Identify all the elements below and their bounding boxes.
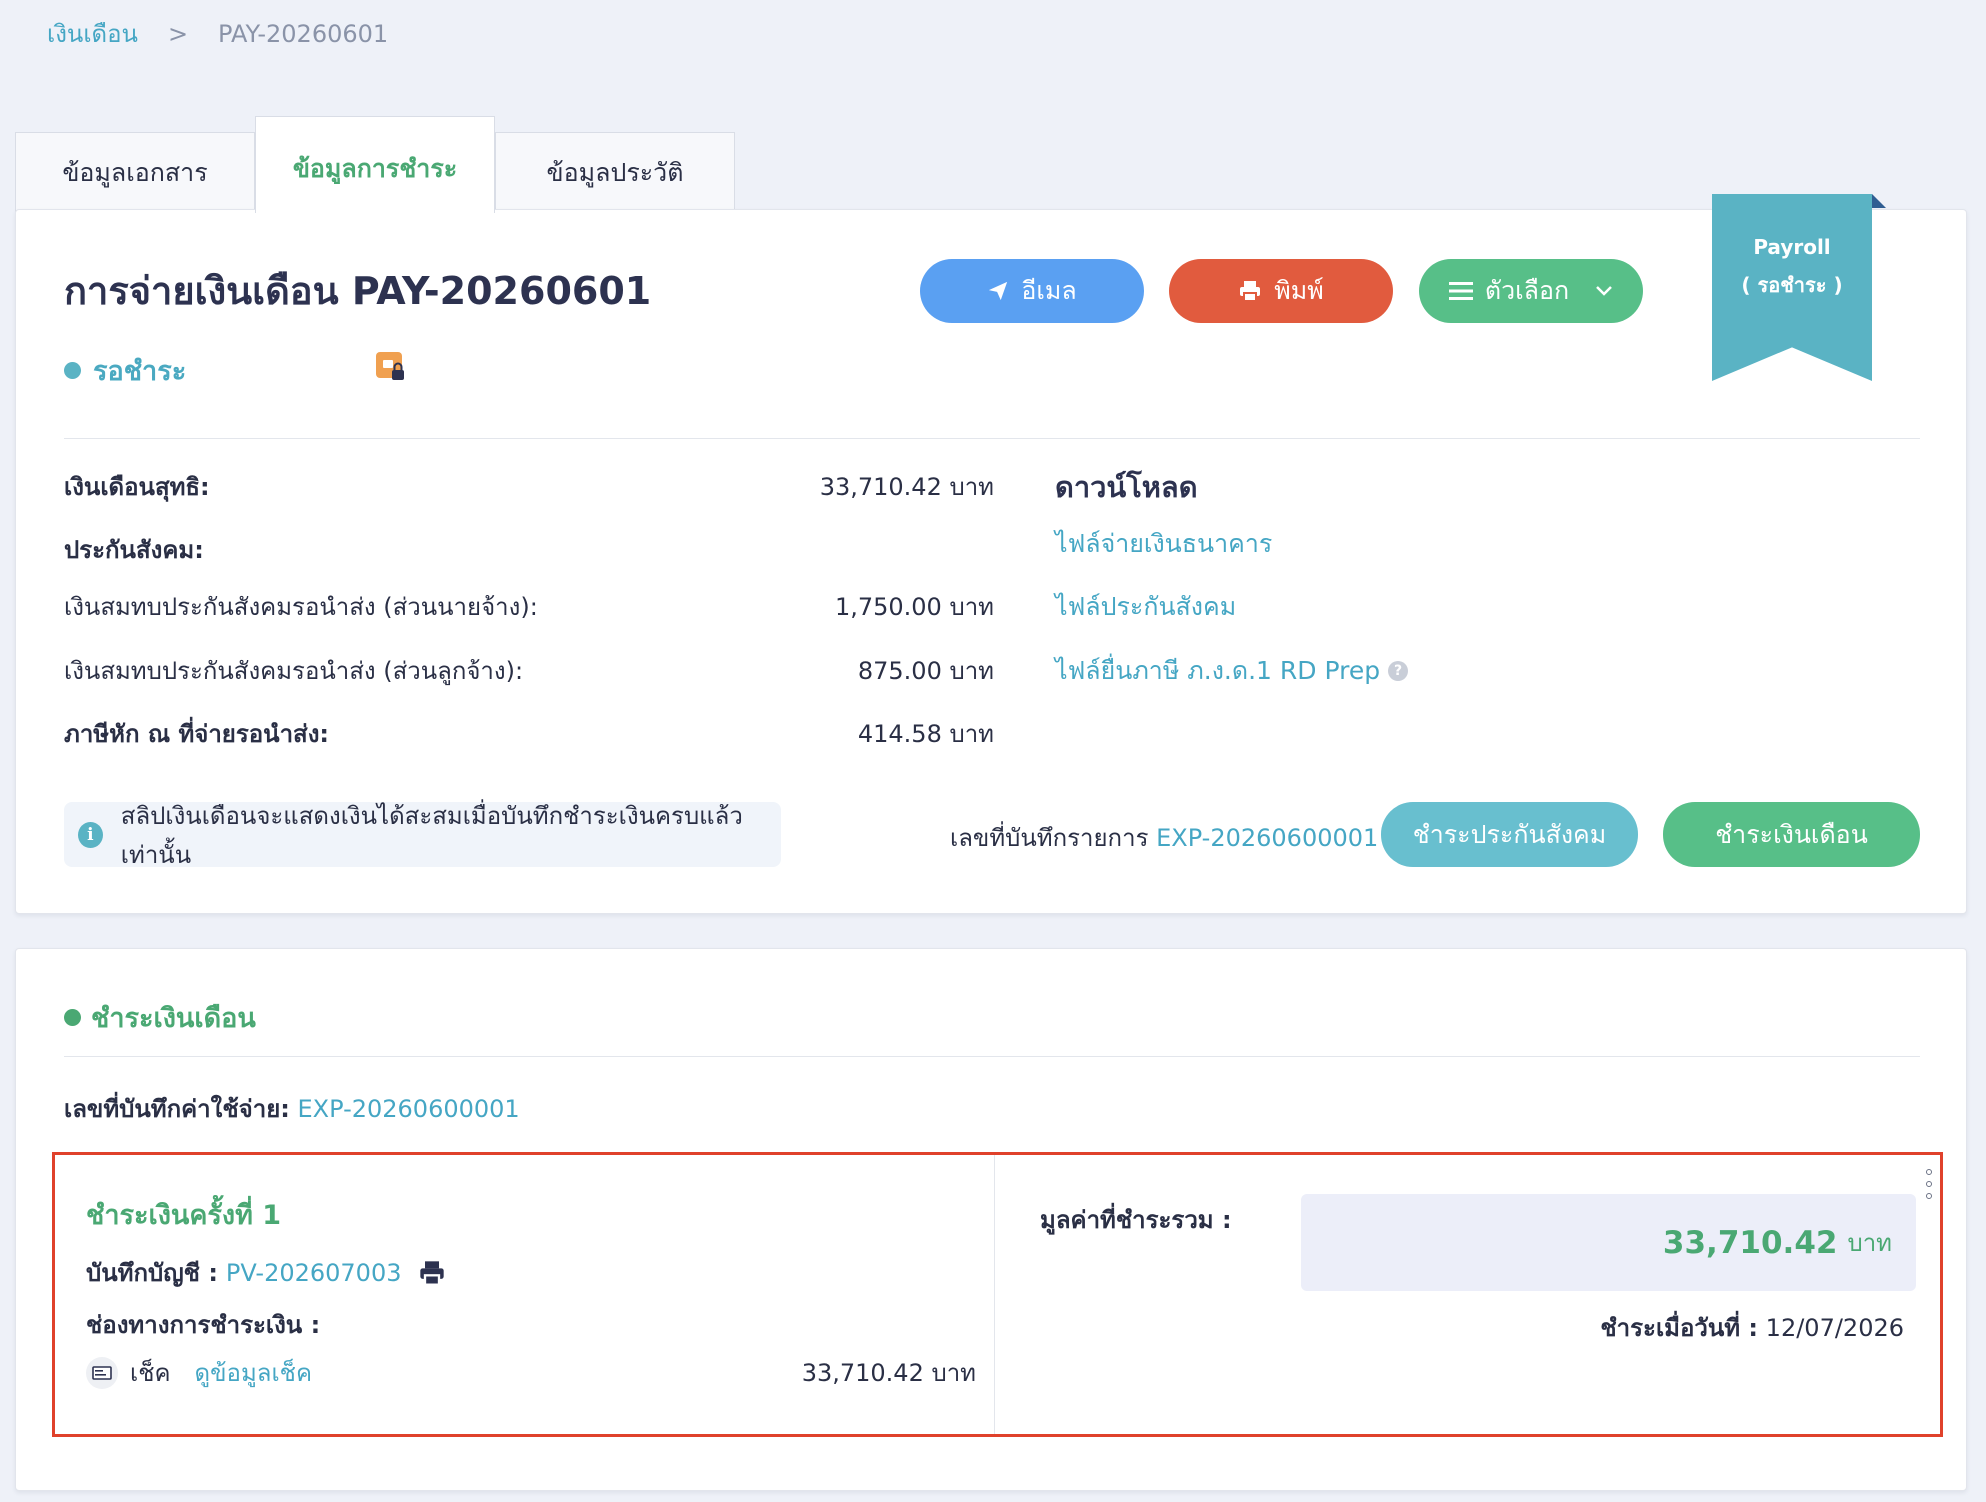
section-title: ชำระเงินเดือน <box>64 996 256 1039</box>
breadcrumb-current: PAY-20260601 <box>218 19 389 48</box>
total-paid-unit: บาท <box>1847 1229 1892 1257</box>
paid-date-row: ชำระเมื่อวันที่ : 12/07/2026 <box>1600 1308 1904 1347</box>
transaction-number-link[interactable]: EXP-20260600001 <box>1156 824 1378 852</box>
tab-document-info[interactable]: ข้อมูลเอกสาร <box>15 132 255 212</box>
payment-method-amount: 33,710.42 บาท <box>801 1359 976 1387</box>
net-salary-value: 33,710.42 บาท <box>819 473 994 501</box>
email-button[interactable]: อีเมล <box>920 259 1144 323</box>
ss-employee-value: 875.00 บาท <box>857 657 994 685</box>
ss-employee-label: เงินสมทบประกันสังคมรอนำส่ง (ส่วนลูกจ้าง)… <box>64 657 524 685</box>
send-icon <box>989 281 1008 301</box>
breadcrumb: เงินเดือน > PAY-20260601 <box>47 14 388 53</box>
social-security-row: ประกันสังคม: <box>64 530 994 569</box>
payroll-summary-card: การจ่ายเงินเดือน PAY-20260601 อีเมล พิมพ… <box>15 194 1967 914</box>
info-icon: i <box>78 821 103 848</box>
chevron-down-icon <box>1596 286 1613 296</box>
section-title-text: ชำระเงินเดือน <box>91 1003 256 1034</box>
menu-icon <box>1448 282 1473 300</box>
ss-employer-label: เงินสมทบประกันสังคมรอนำส่ง (ส่วนนายจ้าง)… <box>64 593 538 621</box>
printer-icon <box>1240 281 1261 302</box>
more-options-icon[interactable] <box>1924 1169 1934 1199</box>
paid-date-value: 12/07/2026 <box>1765 1314 1904 1342</box>
info-notice: i สลิปเงินเดือนจะแสดงเงินได้สะสมเมื่อบัน… <box>64 802 781 869</box>
account-record-row: บันทึกบัญชี : PV-202607003 <box>86 1253 446 1292</box>
social-security-label: ประกันสังคม: <box>64 536 204 564</box>
wht-value: 414.58 บาท <box>857 720 994 748</box>
total-paid-value: 33,710.42 <box>1662 1224 1838 1261</box>
paid-date-label: ชำระเมื่อวันที่ : <box>1600 1314 1759 1342</box>
account-record-label: บันทึกบัญชี : <box>86 1259 218 1287</box>
status-text: รอชำระ <box>93 356 187 387</box>
account-record-link[interactable]: PV-202607003 <box>226 1259 402 1287</box>
breadcrumb-separator: > <box>167 19 189 48</box>
expense-label: เลขที่บันทึกค่าใช้จ่าย: <box>64 1095 290 1123</box>
info-text: สลิปเงินเดือนจะแสดงเงินได้สะสมเมื่อบันทึ… <box>120 801 743 869</box>
ribbon-line1: Payroll <box>1753 235 1831 259</box>
payment-method-name: เช็ค <box>130 1359 171 1387</box>
total-paid-label: มูลค่าที่ชำระรวม : <box>1040 1206 1232 1234</box>
tab-payment-info[interactable]: ข้อมูลการชำระ <box>255 116 495 213</box>
payment-method-row: เช็ค ดูข้อมูลเช็ค 33,710.42 บาท <box>86 1353 976 1392</box>
printer-icon[interactable] <box>418 1260 446 1286</box>
ss-employee-row: เงินสมทบประกันสังคมรอนำส่ง (ส่วนลูกจ้าง)… <box>64 651 994 690</box>
options-dropdown-button[interactable]: ตัวเลือก <box>1419 259 1643 323</box>
social-security-file-link[interactable]: ไฟล์ประกันสังคม <box>1055 587 1236 627</box>
status-dot <box>64 362 81 379</box>
ribbon-fold <box>1872 194 1886 208</box>
breadcrumb-payroll-link[interactable]: เงินเดือน <box>47 14 138 53</box>
payment-record-card: ชำระเงินเดือน เลขที่บันทึกค่าใช้จ่าย: EX… <box>15 948 1967 1491</box>
page-title: การจ่ายเงินเดือน PAY-20260601 <box>64 269 652 313</box>
payment-title: ชำระเงินครั้งที่ 1 <box>86 1200 282 1231</box>
tax-file-link[interactable]: ไฟล์ยื่นภาษี ภ.ง.ด.1 RD Prep <box>1055 651 1380 691</box>
net-salary-row: เงินเดือนสุทธิ: 33,710.42 บาท <box>64 467 994 506</box>
ss-employer-value: 1,750.00 บาท <box>834 593 994 621</box>
wht-row: ภาษีหัก ณ ที่จ่ายรอนำส่ง: 414.58 บาท <box>64 714 994 753</box>
payment-entry: ชำระเงินครั้งที่ 1 บันทึกบัญชี : PV-2026… <box>52 1152 1943 1437</box>
print-button-label: พิมพ์ <box>1274 277 1324 305</box>
locked-document-icon <box>376 352 404 380</box>
transaction-reference: เลขที่บันทึกรายการ EXP-20260600001 <box>950 818 1378 857</box>
ss-employer-row: เงินสมทบประกันสังคมรอนำส่ง (ส่วนนายจ้าง)… <box>64 587 994 626</box>
cheque-icon <box>86 1356 118 1389</box>
transaction-label: เลขที่บันทึกรายการ <box>950 824 1149 852</box>
expense-reference: เลขที่บันทึกค่าใช้จ่าย: EXP-20260600001 <box>64 1089 520 1128</box>
net-salary-label: เงินเดือนสุทธิ: <box>64 473 210 501</box>
tax-file-row: ไฟล์ยื่นภาษี ภ.ง.ด.1 RD Prep ? <box>1055 651 1409 691</box>
header-divider <box>64 438 1920 439</box>
options-button-label: ตัวเลือก <box>1484 277 1570 305</box>
view-cheque-link[interactable]: ดูข้อมูลเช็ค <box>195 1353 312 1392</box>
help-icon[interactable]: ? <box>1388 661 1409 681</box>
section-status-dot <box>64 1009 81 1026</box>
total-paid-box: 33,710.42 บาท <box>1301 1194 1916 1291</box>
print-button[interactable]: พิมพ์ <box>1169 259 1393 323</box>
status-ribbon: Payroll ( รอชำระ ) <box>1712 194 1872 381</box>
section-divider <box>64 1056 1920 1057</box>
ribbon-line2: ( รอชำระ ) <box>1741 273 1843 297</box>
pay-salary-button[interactable]: ชำระเงินเดือน <box>1663 802 1920 867</box>
bank-file-link[interactable]: ไฟล์จ่ายเงินธนาคาร <box>1055 524 1272 564</box>
payment-channel-label: ช่องทางการชำระเงิน : <box>86 1311 321 1339</box>
status-badge: รอชำระ <box>64 349 186 392</box>
download-title: ดาวน์โหลด <box>1055 470 1198 504</box>
email-button-label: อีเมล <box>1021 277 1077 305</box>
payment-entry-divider <box>994 1155 995 1434</box>
expense-number-link[interactable]: EXP-20260600001 <box>298 1095 520 1123</box>
tab-history[interactable]: ข้อมูลประวัติ <box>495 132 735 212</box>
pay-social-security-button[interactable]: ชำระประกันสังคม <box>1381 802 1638 867</box>
wht-label: ภาษีหัก ณ ที่จ่ายรอนำส่ง: <box>64 720 330 748</box>
